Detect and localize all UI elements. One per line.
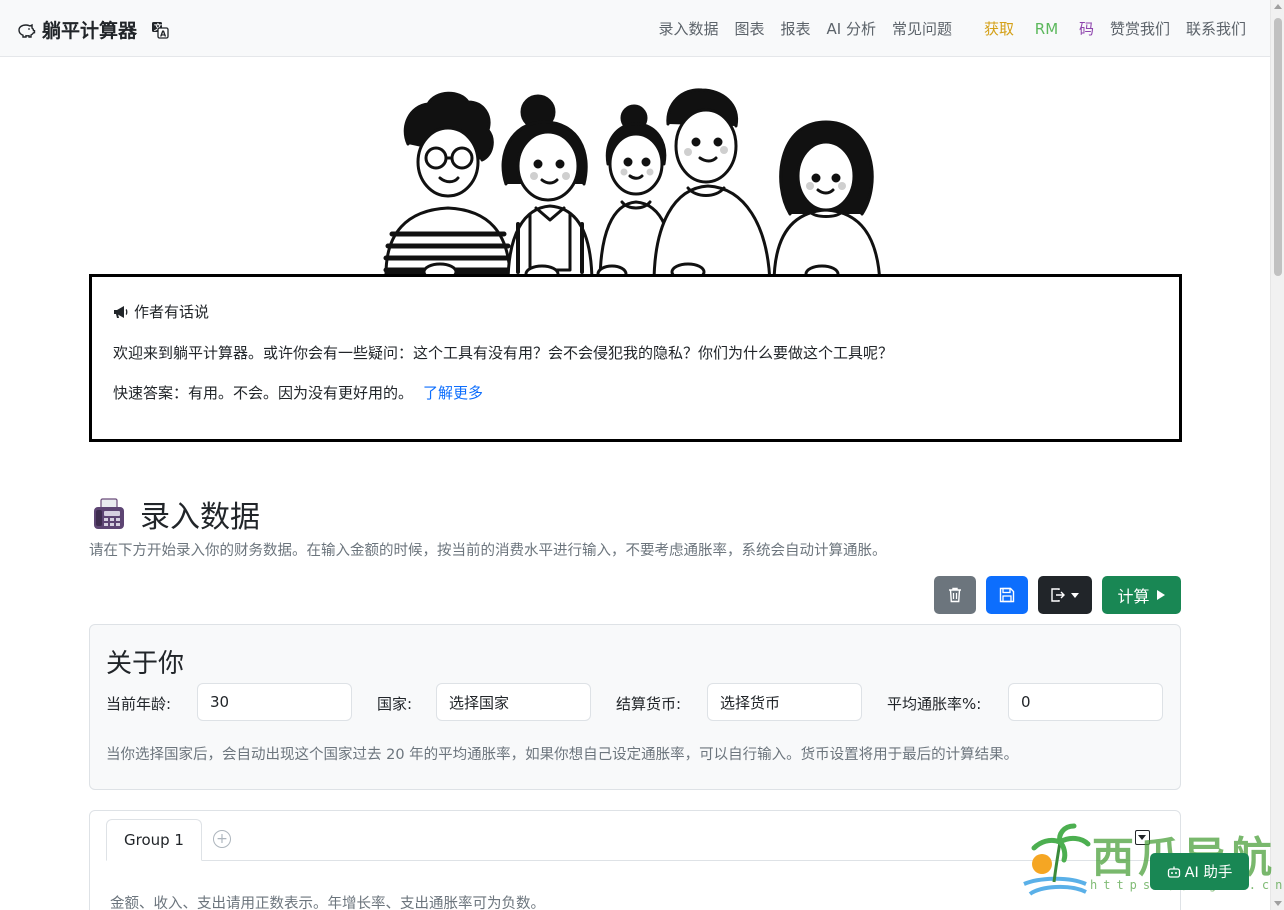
brand[interactable]: 躺平计算器 文 A <box>16 16 169 43</box>
nav-link-entry[interactable]: 录入数据 <box>658 18 718 39</box>
page-scrollbar[interactable] <box>1270 0 1284 910</box>
add-group-button[interactable]: + <box>213 830 231 848</box>
section-description: 请在下方开始录入你的财务数据。在输入金额的时候，按当前的消费水平进行输入，不要考… <box>89 543 887 559</box>
person-1 <box>383 91 513 276</box>
nav-link-charts[interactable]: 图表 <box>734 18 764 39</box>
group-note: 金额、收入、支出请用正数表示。年增长率、支出通胀率可为负数。 <box>110 896 545 910</box>
save-button[interactable] <box>986 576 1028 614</box>
calculate-button[interactable]: 计算 <box>1102 576 1181 614</box>
country-label: 国家: <box>377 695 413 713</box>
scroll-up-arrow-icon[interactable] <box>1274 4 1282 9</box>
country-select[interactable]: 选择国家 <box>436 683 591 721</box>
age-input[interactable]: 30 <box>197 683 352 721</box>
inflation-label: 平均通胀率%: <box>887 695 982 713</box>
about-you-title: 关于你 <box>106 649 185 679</box>
learn-more-link[interactable]: 了解更多 <box>423 384 483 402</box>
play-icon <box>1156 590 1165 600</box>
author-notice-box: 作者有话说 欢迎来到躺平计算器。或许你会有一些疑问：这个工具有没有用？会不会侵犯… <box>89 274 1182 442</box>
age-label: 当前年龄: <box>106 695 172 713</box>
export-icon <box>1051 588 1065 602</box>
piggy-bank-icon <box>18 23 36 38</box>
svg-text:A: A <box>160 29 167 38</box>
author-notice-line-2: 快速答案：有用。不会。因为没有更好用的。 了解更多 <box>113 384 484 402</box>
trash-icon <box>949 587 961 603</box>
nav-link-faq[interactable]: 常见问题 <box>892 18 952 39</box>
translate-icon[interactable]: 文 A <box>151 21 169 39</box>
people-illustration <box>382 88 894 286</box>
author-notice-title: 作者有话说 <box>113 301 1158 322</box>
clear-data-button[interactable] <box>934 576 976 614</box>
inflation-input[interactable]: 0 <box>1008 683 1163 721</box>
robot-icon <box>1167 866 1180 878</box>
megaphone-icon <box>114 305 128 318</box>
person-2 <box>501 94 594 286</box>
scrollbar-thumb[interactable] <box>1274 18 1282 276</box>
scroll-down-arrow-icon[interactable] <box>1274 901 1282 906</box>
tab-group-1[interactable]: Group 1 <box>106 819 202 861</box>
nav-link-ai-analysis[interactable]: AI 分析 <box>827 18 876 39</box>
author-notice-line-1: 欢迎来到躺平计算器。或许你会有一些疑问：这个工具有没有用？会不会侵犯我的隐私？你… <box>113 344 894 362</box>
section-heading: 录入数据 <box>92 492 260 536</box>
nav-link-get-rm-code[interactable]: 获取 RM 码 <box>968 18 1094 39</box>
currency-select[interactable]: 选择货币 <box>707 683 862 721</box>
save-icon <box>999 587 1015 603</box>
fax-machine-icon <box>94 498 124 529</box>
navbar: 躺平计算器 文 A 录入数据 图表 报表 AI 分析 常见问题 获取 RM 码 … <box>0 0 1270 57</box>
nav-link-reports[interactable]: 报表 <box>781 18 811 39</box>
export-dropdown-button[interactable] <box>1038 576 1092 614</box>
person-4 <box>652 88 772 286</box>
currency-label: 结算货币: <box>616 695 682 713</box>
about-you-note: 当你选择国家后，会自动出现这个国家过去 20 年的平均通胀率，如果你想自己设定通… <box>106 747 1019 763</box>
caret-down-icon <box>1071 593 1079 598</box>
person-5 <box>772 120 882 286</box>
nav-link-donate[interactable]: 赞赏我们 <box>1110 18 1170 39</box>
brand-name: 躺平计算器 <box>42 20 138 42</box>
ai-assistant-button[interactable]: AI 助手 <box>1150 853 1249 890</box>
nav-links: 录入数据 图表 报表 AI 分析 常见问题 获取 RM 码 赞赏我们 联系我们 <box>642 18 1246 39</box>
page-title: 录入数据 <box>140 500 260 535</box>
tabs-divider <box>106 860 1166 861</box>
nav-link-contact[interactable]: 联系我们 <box>1186 18 1246 39</box>
